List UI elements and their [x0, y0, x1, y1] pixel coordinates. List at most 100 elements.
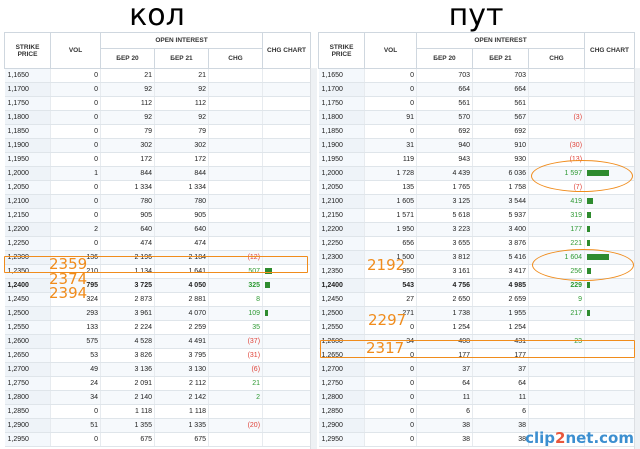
- table-row[interactable]: 1,1700 0 92 92: [4, 82, 312, 97]
- chg-cell: (3): [528, 110, 586, 125]
- ber21-cell: 5 937: [472, 208, 529, 223]
- chg-chart-cell: [584, 320, 636, 335]
- table-row[interactable]: 1,1800 0 92 92: [4, 110, 312, 125]
- table-row[interactable]: 1,2550 133 2 224 2 259 35: [4, 320, 312, 335]
- table-row[interactable]: 1,2900 51 1 355 1 335 (20): [4, 418, 312, 433]
- table-row[interactable]: 1,2050 0 1 334 1 334: [4, 180, 312, 195]
- chg-chart-cell: [584, 222, 636, 237]
- table-row[interactable]: 1,2700 0 37 37: [318, 362, 636, 377]
- table-row[interactable]: 1,2000 1 728 4 439 6 036 1 597: [318, 166, 636, 181]
- ber20-cell: 302: [100, 138, 155, 153]
- chg-header[interactable]: CHG: [527, 48, 586, 69]
- strike-header[interactable]: STRIKE PRICE: [4, 32, 51, 69]
- table-row[interactable]: 1,2400 543 4 756 4 985 229: [318, 278, 636, 293]
- ber21-header[interactable]: БЕР 21: [472, 48, 529, 69]
- vol-cell: 49: [50, 362, 101, 377]
- table-row[interactable]: 1,1700 0 664 664: [318, 82, 636, 97]
- table-row[interactable]: 1,2500 293 3 961 4 070 109: [4, 306, 312, 321]
- chg-chart-cell: [584, 236, 636, 251]
- table-row[interactable]: 1,2200 2 640 640: [4, 222, 312, 237]
- vol-cell: 0: [364, 418, 417, 433]
- table-row[interactable]: 1,2350 950 3 161 3 417 256: [318, 264, 636, 279]
- table-row[interactable]: 1,2150 0 905 905: [4, 208, 312, 223]
- table-row[interactable]: 1,2250 0 474 474: [4, 236, 312, 251]
- table-row[interactable]: 1,1800 91 570 567 (3): [318, 110, 636, 125]
- strike-header[interactable]: STRIKE PRICE: [318, 32, 365, 69]
- table-row[interactable]: 1,1950 119 943 930 (13): [318, 152, 636, 167]
- chg-header[interactable]: CHG: [207, 48, 264, 69]
- table-row[interactable]: 1,1900 31 940 910 (30): [318, 138, 636, 153]
- table-row[interactable]: 1,2750 0 64 64: [318, 376, 636, 391]
- chg-cell: [528, 82, 586, 97]
- table-row[interactable]: 1,2950 0 675 675: [4, 432, 312, 447]
- ber20-cell: 943: [416, 152, 473, 167]
- ber21-cell: 6: [472, 404, 529, 419]
- table-row[interactable]: 1,2800 0 11 11: [318, 390, 636, 405]
- chg-cell: 1 604: [528, 250, 586, 265]
- table-row[interactable]: 1,1950 0 172 172: [4, 152, 312, 167]
- ber20-cell: 780: [100, 194, 155, 209]
- chg-chart-cell: [584, 110, 636, 125]
- table-row[interactable]: 1,1650 0 21 21: [4, 68, 312, 83]
- ber20-cell: 703: [416, 68, 473, 83]
- table-row[interactable]: 1,1650 0 703 703: [318, 68, 636, 83]
- vol-header[interactable]: VOL: [50, 32, 101, 69]
- ber20-cell: 4 439: [416, 166, 473, 181]
- puts-note-2: 2297: [368, 311, 407, 329]
- chg-chart-cell: [584, 292, 636, 307]
- table-row[interactable]: 1,2850 0 1 118 1 118: [4, 404, 312, 419]
- table-row[interactable]: 1,2000 1 844 844: [4, 166, 312, 181]
- chg-cell: 9: [528, 292, 586, 307]
- table-row[interactable]: 1,2700 49 3 136 3 130 (6): [4, 362, 312, 377]
- ber20-header[interactable]: БЕР 20: [100, 48, 155, 69]
- vol-cell: 53: [50, 348, 101, 363]
- strike-cell: 1,2900: [318, 418, 365, 433]
- ber21-cell: 910: [472, 138, 529, 153]
- ber20-cell: 1 765: [416, 180, 473, 195]
- table-row[interactable]: 1,2750 24 2 091 2 112 21: [4, 376, 312, 391]
- chg-chart-cell: [584, 68, 636, 83]
- chg-chart-cell: [262, 166, 312, 181]
- ber21-cell: 3 544: [472, 194, 529, 209]
- table-row[interactable]: 1,1850 0 692 692: [318, 124, 636, 139]
- strike-cell: 1,2000: [4, 166, 51, 181]
- table-row[interactable]: 1,2650 53 3 826 3 795 (31): [4, 348, 312, 363]
- table-row[interactable]: 1,2250 656 3 655 3 876 221: [318, 236, 636, 251]
- chg-chart-cell: [262, 68, 312, 83]
- chg-bar: [587, 240, 591, 247]
- ber21-cell: 79: [154, 124, 209, 139]
- table-row[interactable]: 1,2100 1 605 3 125 3 544 419: [318, 194, 636, 209]
- table-row[interactable]: 1,2850 0 6 6: [318, 404, 636, 419]
- puts-scrollbar[interactable]: [634, 68, 640, 449]
- table-row[interactable]: 1,2800 34 2 140 2 142 2: [4, 390, 312, 405]
- ber21-cell: 692: [472, 124, 529, 139]
- table-row[interactable]: 1,1750 0 561 561: [318, 96, 636, 111]
- table-row[interactable]: 1,2200 1 950 3 223 3 400 177: [318, 222, 636, 237]
- table-row[interactable]: 1,1900 0 302 302: [4, 138, 312, 153]
- chg-cell: 2: [208, 390, 264, 405]
- vol-header[interactable]: VOL: [364, 32, 417, 69]
- ber20-cell: 6: [416, 404, 473, 419]
- ber21-cell: 1 335: [154, 418, 209, 433]
- table-row[interactable]: 1,2450 27 2 650 2 659 9: [318, 292, 636, 307]
- table-row[interactable]: 1,2150 1 571 5 618 5 937 319: [318, 208, 636, 223]
- ber20-cell: 664: [416, 82, 473, 97]
- table-row[interactable]: 1,2050 135 1 765 1 758 (7): [318, 180, 636, 195]
- ber21-header[interactable]: БЕР 21: [154, 48, 209, 69]
- table-row[interactable]: 1,1850 0 79 79: [4, 124, 312, 139]
- table-row[interactable]: 1,2500 271 1 738 1 955 217: [318, 306, 636, 321]
- table-row[interactable]: 1,2300 1 500 3 812 5 416 1 604: [318, 250, 636, 265]
- chg-chart-cell: [584, 208, 636, 223]
- ber20-header[interactable]: БЕР 20: [416, 48, 473, 69]
- chg-cell: [208, 236, 264, 251]
- ber20-cell: 474: [100, 236, 155, 251]
- calls-scrollbar[interactable]: [310, 68, 317, 449]
- ber20-cell: 3 961: [100, 306, 155, 321]
- strike-cell: 1,2250: [318, 236, 365, 251]
- table-row[interactable]: 1,2100 0 780 780: [4, 194, 312, 209]
- ber21-cell: 64: [472, 376, 529, 391]
- table-row[interactable]: 1,2550 0 1 254 1 254: [318, 320, 636, 335]
- ber20-cell: 3 655: [416, 236, 473, 251]
- table-row[interactable]: 1,1750 0 112 112: [4, 96, 312, 111]
- table-row[interactable]: 1,2600 575 4 528 4 491 (37): [4, 334, 312, 349]
